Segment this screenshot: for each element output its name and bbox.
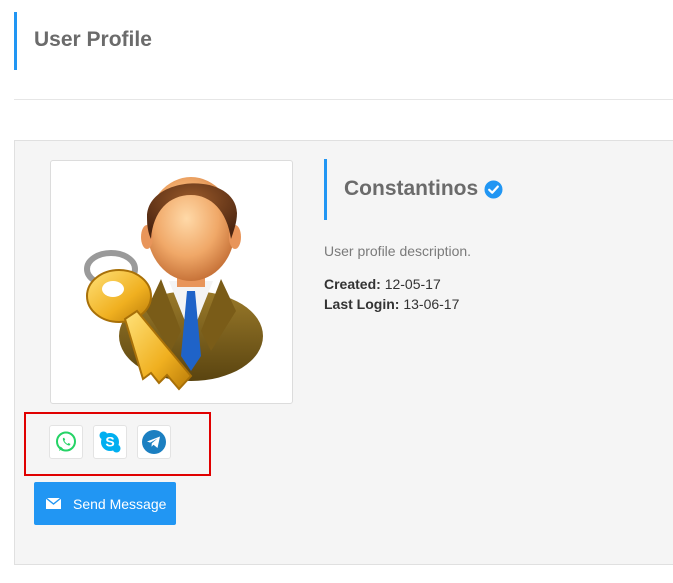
last-login-label: Last Login: [324,296,400,312]
created-value: 12-05-17 [384,276,441,292]
skype-button[interactable]: S [93,425,127,459]
page-title: User Profile [34,28,152,51]
svg-text:S: S [105,434,114,450]
whatsapp-icon [56,431,76,452]
whatsapp-button[interactable] [49,425,83,459]
profile-name-block: Constantinos [324,159,647,220]
page-header: User Profile [14,12,317,70]
header-divider [14,99,673,100]
avatar [50,160,293,404]
profile-name: Constantinos [344,177,503,201]
send-message-button[interactable]: Send Message [34,482,176,525]
created-line: Created: 12-05-17 [324,276,441,292]
telegram-button[interactable] [137,425,171,459]
created-label: Created: [324,276,381,292]
verified-badge-icon [484,180,503,199]
last-login-value: 13-06-17 [403,296,460,312]
last-login-line: Last Login: 13-06-17 [324,296,459,312]
profile-name-text: Constantinos [344,177,479,200]
send-message-label: Send Message [73,495,167,512]
skype-icon: S [99,431,121,453]
telegram-icon [142,430,166,454]
profile-description: User profile description. [324,243,472,259]
user-key-icon [84,177,263,391]
envelope-icon [46,498,61,509]
